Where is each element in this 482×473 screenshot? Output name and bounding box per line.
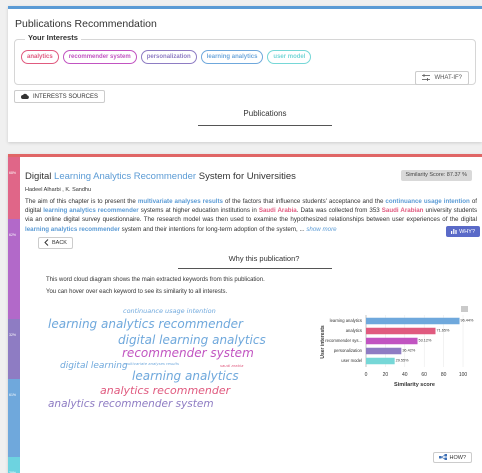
abstract-keyword: learning analytics recommender — [25, 225, 120, 233]
chart-category-label: personalization — [334, 348, 363, 353]
chevron-left-icon — [44, 238, 49, 248]
cloud-icon — [21, 93, 29, 101]
page-title: Publications Recommendation — [15, 18, 157, 30]
chart-category-label: recommender sys... — [325, 338, 362, 343]
chart-x-tick-label: 60 — [421, 372, 427, 378]
abstract-text: The aim of this chapter is to present th… — [25, 198, 138, 205]
paper-title-keyword: Learning Analytics Recommender — [54, 171, 197, 182]
paper-authors: Hadeel Alharbi , K. Sandhu — [25, 187, 92, 193]
interests-card: Publications Recommendation Your Interes… — [8, 6, 482, 142]
interest-chip[interactable]: personalization — [140, 50, 197, 64]
sidebar-segment-label: 62% — [9, 233, 17, 237]
interest-chip[interactable]: learning analytics — [200, 50, 264, 64]
show-more-link[interactable]: show more — [306, 226, 336, 233]
word-cloud-keyword[interactable]: digital learning analytics — [118, 333, 266, 347]
interest-chip[interactable]: recommender system — [62, 50, 137, 64]
abstract-keyword: Saudi Arabian — [381, 207, 424, 215]
interests-sources-button[interactable]: INTERESTS SOURCES — [14, 90, 106, 103]
sidebar-segment[interactable]: 61% — [8, 379, 20, 457]
similarity-sidebar: 68% 62% 32% 61% 29% — [8, 157, 20, 473]
chart-bar[interactable] — [366, 337, 418, 345]
chart-x-tick-label: 20 — [383, 372, 389, 378]
paper-title-suffix: System for Universities — [196, 171, 296, 182]
sidebar-segment-label: 61% — [9, 393, 17, 397]
chart-y-axis-label: User interests — [320, 325, 326, 359]
word-cloud-keyword[interactable]: saudi arabia — [220, 363, 243, 368]
chart-value-label: 36.42% — [402, 349, 416, 353]
paper-title-prefix: Digital — [25, 171, 55, 182]
paper-abstract: The aim of this chapter is to present th… — [25, 197, 477, 234]
why-label: WHY? — [459, 228, 475, 235]
sidebar-segment[interactable]: 29% — [8, 457, 20, 473]
why-explanation-line2: You can hover over each keyword to see i… — [46, 289, 228, 295]
publication-card: 68% 62% 32% 61% 29% Digital Learning Analyti… — [8, 154, 482, 473]
chart-bar[interactable] — [366, 327, 436, 335]
chart-x-tick-label: 0 — [365, 372, 368, 378]
chart-category-label: user model — [341, 358, 362, 363]
abstract-text: of the factors that influence students' … — [222, 198, 386, 205]
chart-x-axis-label: Similarity score — [394, 382, 435, 388]
similarity-bar-chart: 0 20 40 60 80 100 learning analytics 96.44% anal… — [320, 306, 475, 388]
interest-chip[interactable]: analytics — [21, 50, 59, 64]
paper-title[interactable]: Digital Learning Analytics Recommender S… — [25, 171, 296, 182]
how-button[interactable]: HOW? — [432, 452, 472, 463]
word-cloud-keyword[interactable]: learning analytics — [132, 369, 239, 383]
tab-underline — [198, 125, 332, 126]
word-cloud-keyword[interactable]: digital learning — [60, 361, 128, 371]
bar-chart-icon — [451, 228, 457, 236]
chart-bar[interactable] — [366, 317, 460, 325]
sidebar-segment[interactable]: 32% — [8, 319, 20, 379]
abstract-keyword: learning analytics recommender — [43, 207, 139, 215]
how-label: HOW? — [449, 454, 467, 461]
chart-category-label: analytics — [346, 328, 362, 333]
chart-category-label: learning analytics — [330, 318, 362, 323]
abstract-keyword: Saudi Arabia — [258, 207, 297, 215]
abstract-text: . Data was collected from 353 — [296, 207, 382, 215]
network-icon — [438, 453, 447, 462]
back-label: BACK — [52, 240, 67, 246]
sidebar-segment[interactable]: 62% — [8, 219, 20, 319]
chart-x-tick-label: 40 — [402, 372, 408, 378]
sidebar-segment-label: 68% — [9, 171, 17, 175]
interests-box: Your Interests analytics recommender syst… — [14, 33, 476, 85]
abstract-keyword: continuance usage intention — [385, 198, 470, 205]
chart-x-tick-label: 100 — [459, 372, 468, 378]
interest-chip[interactable]: user model — [267, 50, 312, 64]
why-button[interactable]: WHY? — [446, 226, 480, 237]
abstract-text: systems at higher education institutions… — [138, 207, 259, 215]
word-cloud-keyword[interactable]: multivariate analyses results — [124, 361, 179, 366]
why-underline — [178, 268, 332, 269]
word-cloud-keyword[interactable]: learning analytics recommender — [48, 317, 243, 331]
chart-x-tick-label: 80 — [441, 372, 447, 378]
tab-publications[interactable]: Publications — [220, 109, 310, 118]
chart-menu-icon[interactable] — [461, 306, 468, 312]
chart-value-label: 29.55% — [396, 359, 410, 363]
why-explanation-line1: This word cloud diagram shows the main e… — [46, 277, 265, 283]
word-cloud-keyword[interactable]: analytics recommender system — [48, 398, 214, 410]
why-explanation: This word cloud diagram shows the main e… — [46, 274, 265, 298]
abstract-keyword: multivariate analyses results — [137, 198, 223, 205]
sidebar-segment[interactable]: 68% — [8, 157, 20, 219]
chart-value-label: 71.65% — [437, 329, 451, 333]
interests-sources-label: INTERESTS SOURCES — [33, 93, 99, 100]
interest-chips: analytics recommender system personalizati… — [21, 50, 312, 64]
chart-value-label: 53.12% — [419, 339, 433, 343]
whatif-label: WHAT-IF? — [434, 75, 462, 81]
word-cloud-keyword[interactable]: analytics recommender — [100, 384, 230, 397]
why-title: Why this publication? — [228, 254, 300, 263]
chart-value-label: 96.44% — [461, 319, 475, 323]
similarity-badge: Similarity Score: 87.37 % — [400, 170, 472, 181]
chart-bar[interactable] — [366, 357, 395, 365]
chart-bar[interactable] — [366, 347, 402, 355]
interests-legend: Your Interests — [25, 33, 81, 42]
abstract-text: system and their intentions for long-ter… — [119, 225, 307, 233]
word-cloud: continuance usage intention learning anal… — [48, 307, 298, 417]
sliders-icon — [422, 73, 431, 83]
word-cloud-keyword[interactable]: recommender system — [122, 346, 254, 360]
whatif-button[interactable]: WHAT-IF? — [415, 71, 469, 85]
sidebar-segment-label: 32% — [9, 333, 17, 337]
back-button[interactable]: BACK — [38, 237, 73, 249]
word-cloud-keyword[interactable]: continuance usage intention — [123, 307, 216, 315]
